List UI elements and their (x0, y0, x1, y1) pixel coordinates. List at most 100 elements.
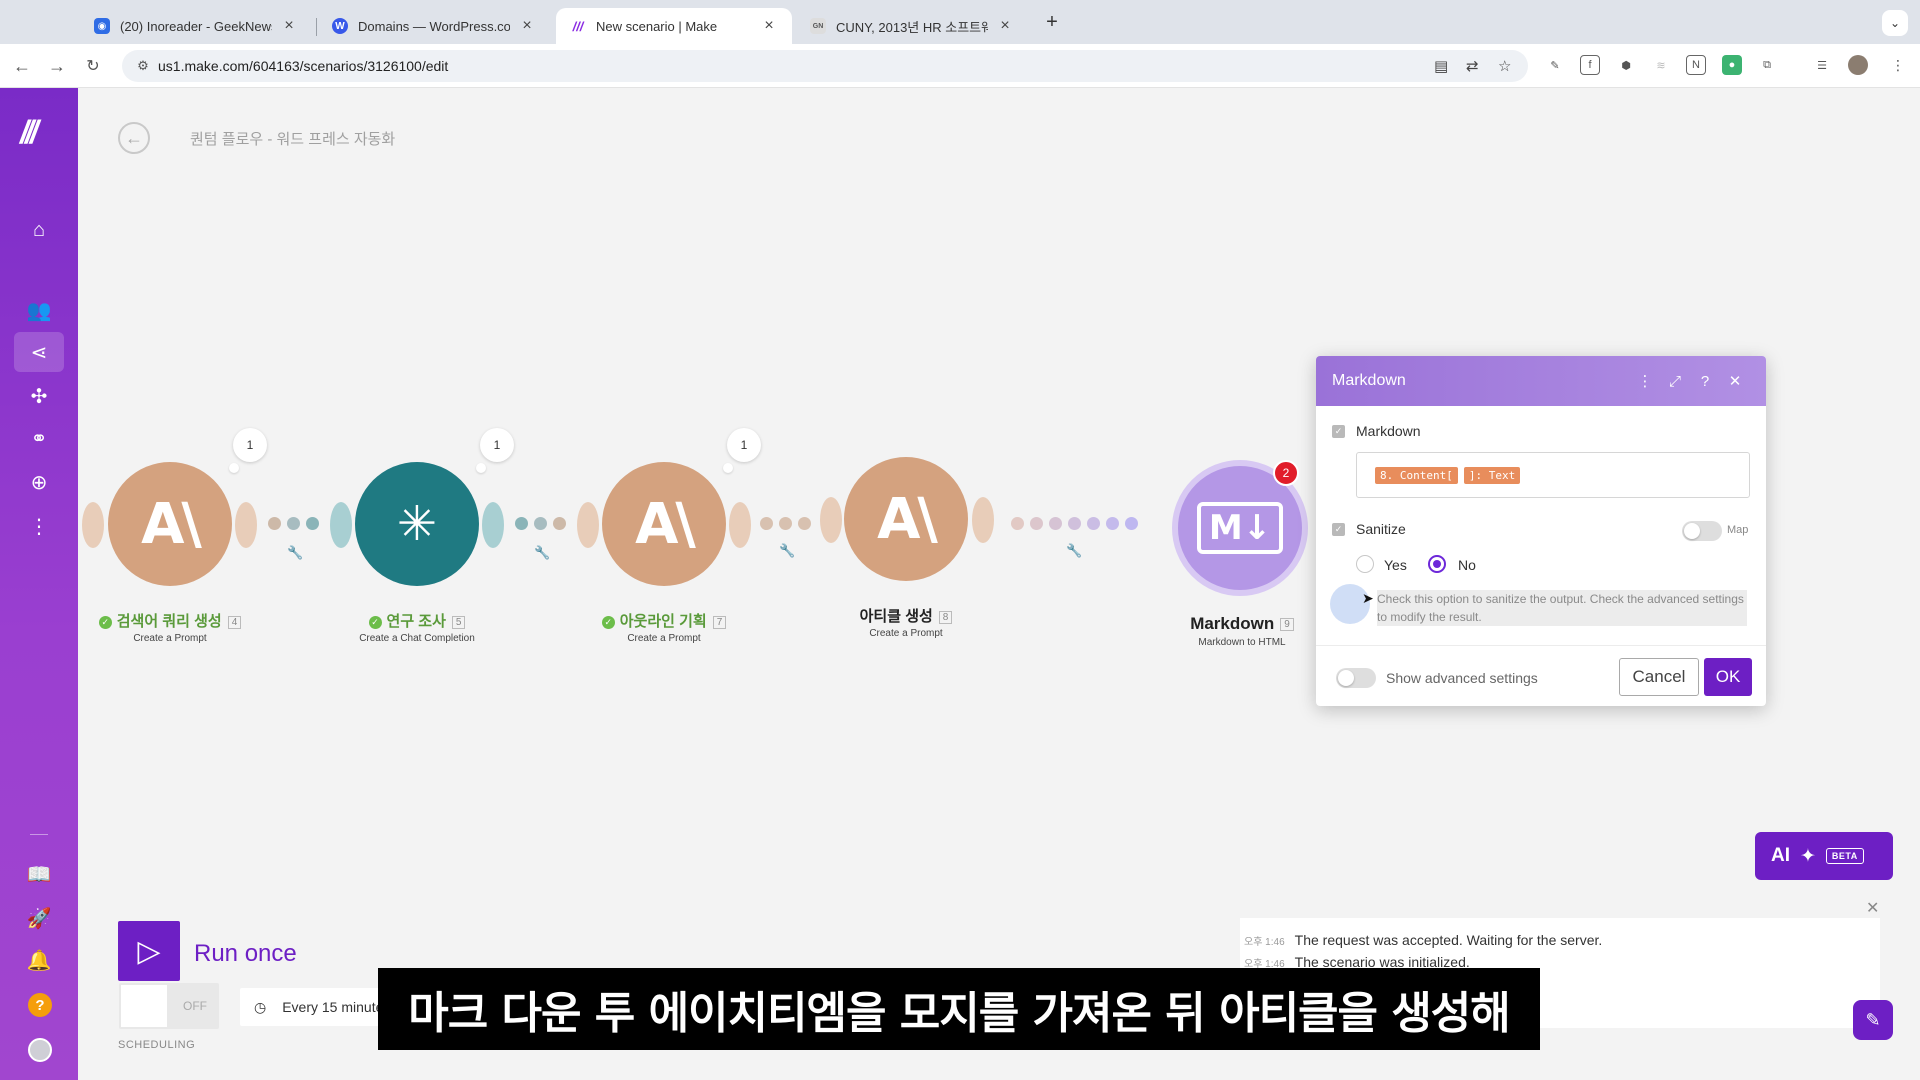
claude-icon[interactable]: A\ (602, 462, 726, 586)
route-wrench-icon[interactable]: 🔧 (287, 545, 303, 561)
module-id-badge: 7 (712, 615, 727, 629)
module-right-connector (235, 502, 257, 548)
reload-icon[interactable]: ↻ (81, 54, 105, 78)
hexagon-extension-icon[interactable]: ⬢ (1616, 55, 1636, 75)
help-icon[interactable]: ? (28, 993, 52, 1017)
tab-search-chevron-icon[interactable]: ⌄ (1882, 10, 1908, 36)
tab-divider (316, 18, 317, 36)
ok-button[interactable]: OK (1704, 658, 1752, 696)
templates-puzzle-icon[interactable]: ✣ (14, 376, 64, 416)
browser-tab-inoreader[interactable]: ◉ (20) Inoreader - GeekNews - × (80, 8, 312, 44)
route-wrench-icon[interactable]: 🔧 (779, 543, 795, 559)
forward-arrow-icon[interactable]: → (45, 54, 69, 78)
dialog-header: Markdown ⋮ ⤢ ? ✕ (1316, 356, 1766, 406)
schedule-interval-text: Every 15 minutes (282, 999, 391, 1015)
run-once-button[interactable]: ▷ (118, 921, 180, 981)
sanitize-help-text: Check this option to sanitize the output… (1377, 590, 1747, 626)
markdown-glyph: M↓ (1196, 502, 1284, 554)
connection-dot (515, 517, 528, 530)
formula-extension-icon[interactable]: f (1580, 55, 1600, 75)
bubble-tail (476, 463, 486, 473)
sanitize-no-radio[interactable] (1428, 555, 1446, 573)
markdown-input[interactable]: 8. Content[ ]: Text (1356, 452, 1750, 498)
video-caption: 마크 다운 투 에이치티엠을 모지를 가져온 뒤 아티클을 생성해 (378, 968, 1540, 1050)
operations-count-bubble[interactable]: 1 (233, 428, 267, 462)
reading-list-icon[interactable]: ☰ (1812, 55, 1832, 75)
scenarios-share-icon[interactable]: ⋖ (14, 332, 64, 372)
module-name: ✓ 검색어 쿼리 생성 4 (50, 610, 290, 631)
url-text[interactable]: us1.make.com/604163/scenarios/3126100/ed… (158, 58, 448, 74)
markdown-field-checkbox[interactable]: ✓ (1332, 425, 1345, 438)
sidebar-divider (30, 834, 48, 835)
advanced-settings-toggle[interactable] (1336, 668, 1376, 688)
translate-icon[interactable]: ⇄ (1466, 57, 1479, 75)
site-settings-icon[interactable]: ⚙ (128, 58, 158, 74)
wave-extension-icon[interactable]: ≋ (1651, 55, 1671, 75)
close-tab-icon[interactable]: × (760, 17, 778, 35)
pen-extension-icon[interactable]: ✎ (1545, 55, 1565, 75)
operations-count-bubble[interactable]: 1 (727, 428, 761, 462)
close-tab-icon[interactable]: × (996, 17, 1014, 35)
new-tab-button[interactable]: + (1038, 8, 1066, 36)
expand-icon[interactable]: ⤢ (1660, 373, 1690, 390)
claude-icon[interactable]: A\ (108, 462, 232, 586)
back-arrow-icon[interactable]: ← (10, 54, 34, 78)
bookmark-star-icon[interactable]: ☆ (1498, 57, 1511, 75)
close-tab-icon[interactable]: × (518, 17, 536, 35)
operations-count-bubble[interactable]: 1 (480, 428, 514, 462)
address-bar[interactable]: ⚙ us1.make.com/604163/scenarios/3126100/… (122, 50, 1528, 82)
module-id-badge: 9 (1280, 618, 1294, 632)
profile-avatar-icon[interactable] (1848, 55, 1868, 75)
route-wrench-icon[interactable]: 🔧 (1066, 543, 1082, 559)
browser-menu-icon[interactable]: ⋮ (1888, 55, 1908, 75)
user-avatar[interactable] (28, 1038, 52, 1062)
mapped-variable-pill[interactable]: 8. Content[ (1375, 466, 1458, 484)
module-left-connector (820, 497, 842, 543)
browser-tab-geeknews[interactable]: GN CUNY, 2013년 HR 소프트웨어를 × (796, 8, 1028, 44)
cancel-button[interactable]: Cancel (1619, 658, 1699, 696)
map-toggle[interactable] (1682, 521, 1722, 541)
close-log-icon[interactable]: ✕ (1866, 898, 1879, 918)
error-count-badge[interactable]: 2 (1273, 460, 1299, 486)
scenario-title[interactable]: 퀀텀 플로우 - 워드 프레스 자동화 (190, 128, 395, 149)
scheduling-toggle-state: OFF (183, 999, 207, 1013)
advanced-settings-label[interactable]: Show advanced settings (1386, 670, 1538, 686)
webhooks-globe-icon[interactable]: ⊕ (14, 462, 64, 502)
module-id-badge: 8 (938, 610, 953, 624)
notion-extension-icon[interactable]: N (1686, 55, 1706, 75)
docs-book-icon[interactable]: 📖 (14, 854, 64, 894)
home-icon[interactable]: ⌂ (14, 210, 64, 250)
browser-tab-wordpress[interactable]: W Domains — WordPress.com × (318, 8, 550, 44)
sanitize-yes-radio[interactable] (1356, 555, 1374, 573)
module-right-connector (482, 502, 504, 548)
no-label[interactable]: No (1458, 557, 1476, 573)
schedule-interval-button[interactable]: ◷ Every 15 minutes (240, 988, 400, 1026)
browser-tab-make[interactable]: /// New scenario | Make × (556, 8, 792, 44)
whats-new-rocket-icon[interactable]: 🚀 (14, 898, 64, 938)
help-question-icon[interactable]: ? (1690, 373, 1720, 390)
puzzle-extensions-icon[interactable]: ⧉ (1757, 55, 1777, 75)
yes-label[interactable]: Yes (1384, 557, 1407, 573)
mapped-variable-pill[interactable]: ]: Text (1463, 466, 1521, 484)
route-wrench-icon[interactable]: 🔧 (534, 545, 550, 561)
back-circle-arrow-icon[interactable]: ← (118, 122, 150, 154)
support-chat-icon[interactable]: ✎ (1853, 1000, 1893, 1040)
perplexity-icon[interactable]: ✳ (355, 462, 479, 586)
more-options-icon[interactable]: ⋮ (1630, 372, 1660, 390)
clipboard-icon[interactable]: ▤ (1434, 57, 1448, 75)
close-icon[interactable]: ✕ (1720, 372, 1750, 390)
close-tab-icon[interactable]: × (280, 17, 298, 35)
claude-icon[interactable]: A\ (844, 457, 968, 581)
record-extension-icon[interactable]: ● (1722, 55, 1742, 75)
notifications-bell-icon[interactable]: 🔔 (14, 940, 64, 980)
more-vertical-icon[interactable]: ⋮ (14, 506, 64, 546)
connections-link-icon[interactable]: ⚭ (14, 418, 64, 458)
tab-title: (20) Inoreader - GeekNews - (120, 18, 272, 34)
make-logo[interactable]: /// (20, 114, 39, 151)
scheduling-toggle[interactable]: OFF (119, 983, 219, 1029)
sanitize-field-checkbox[interactable]: ✓ (1332, 523, 1345, 536)
ai-assistant-button[interactable]: AI ✦ BETA (1755, 832, 1893, 880)
team-icon[interactable]: 👥 (14, 290, 64, 330)
make-icon: /// (572, 18, 584, 34)
run-once-label[interactable]: Run once (194, 940, 297, 968)
